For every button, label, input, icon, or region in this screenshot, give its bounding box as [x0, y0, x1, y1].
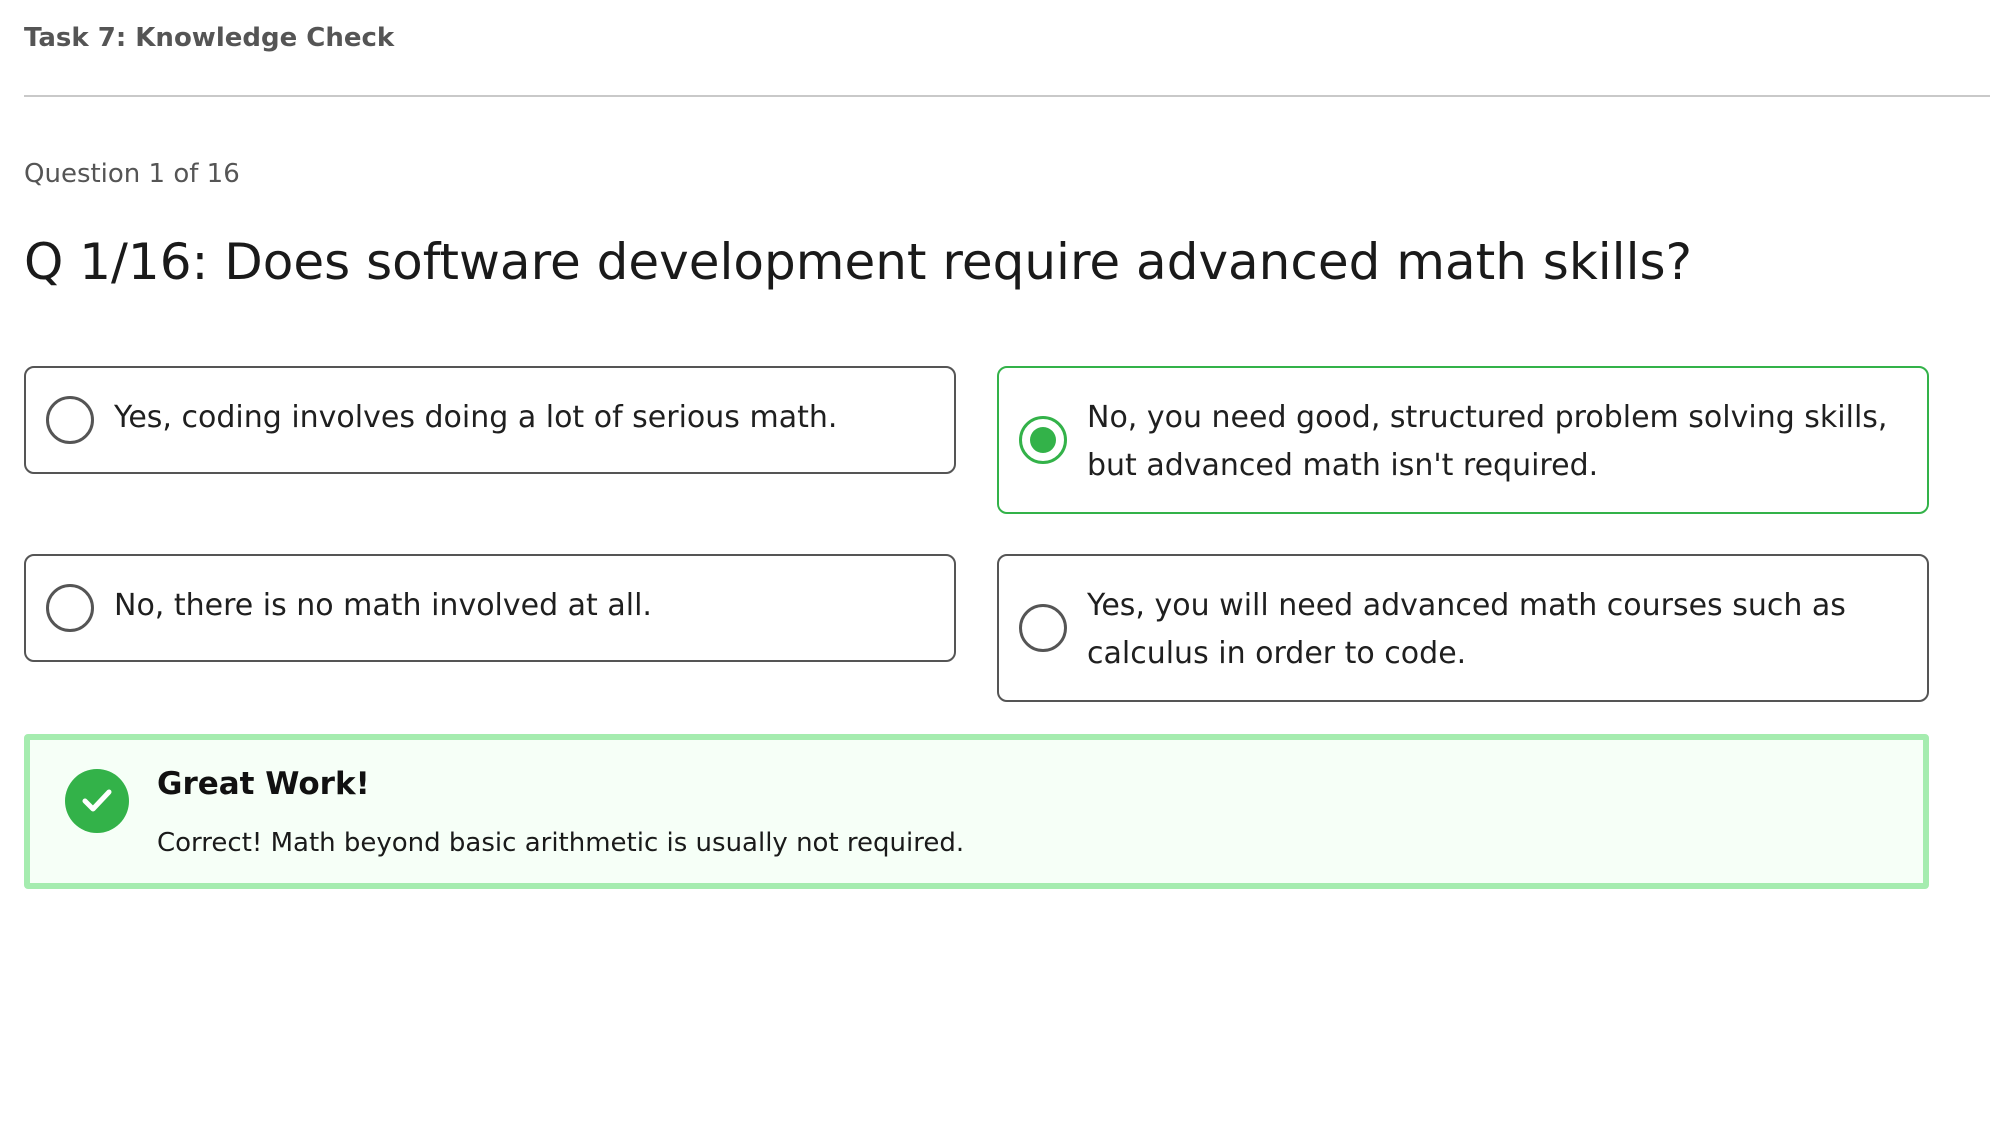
radio-button-unselected[interactable] — [1019, 604, 1067, 652]
task-title: Task 7: Knowledge Check — [24, 23, 395, 53]
answer-option-label: No, there is no math involved at all. — [114, 588, 652, 623]
question-title: Q 1/16: Does software development requir… — [24, 233, 1693, 291]
feedback-panel: Great Work! Correct! Math beyond basic a… — [24, 734, 1929, 889]
radio-button-unselected[interactable] — [46, 584, 94, 632]
answer-option-1[interactable]: Yes, coding involves doing a lot of seri… — [24, 366, 956, 474]
radio-selected-dot — [1030, 427, 1056, 453]
answer-option-4[interactable]: Yes, you will need advanced math courses… — [997, 554, 1929, 702]
feedback-title: Great Work! — [157, 766, 370, 802]
radio-button-selected[interactable] — [1019, 416, 1067, 464]
check-circle-icon — [65, 769, 129, 833]
answer-option-label: No, you need good, structured problem so… — [1087, 400, 1888, 483]
answer-option-2[interactable]: No, you need good, structured problem so… — [997, 366, 1929, 514]
task-header: Task 7: Knowledge Check — [24, 0, 1990, 97]
answer-option-label: Yes, you will need advanced math courses… — [1087, 588, 1846, 671]
answer-option-label: Yes, coding involves doing a lot of seri… — [114, 400, 838, 435]
knowledge-check-page: Task 7: Knowledge Check Question 1 of 16… — [0, 0, 1990, 1130]
feedback-message: Correct! Math beyond basic arithmetic is… — [157, 828, 965, 858]
checkmark-icon — [82, 789, 112, 812]
question-progress: Question 1 of 16 — [24, 159, 240, 189]
answer-option-3[interactable]: No, there is no math involved at all. — [24, 554, 956, 662]
radio-button-unselected[interactable] — [46, 396, 94, 444]
